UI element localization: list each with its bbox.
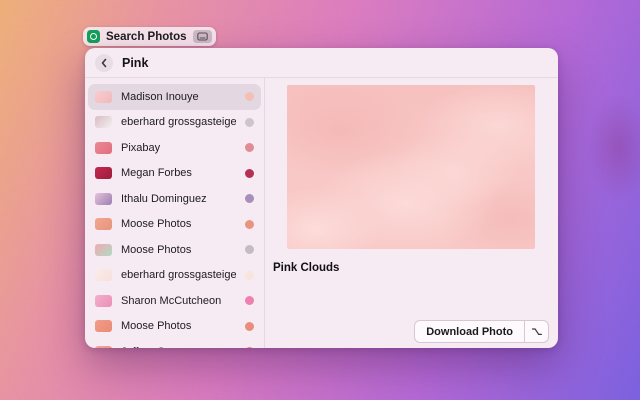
photo-thumbnail bbox=[95, 346, 112, 348]
average-color-dot bbox=[245, 322, 254, 331]
list-item[interactable]: Moose Photos bbox=[88, 212, 261, 238]
photo-thumbnail bbox=[95, 320, 112, 332]
photographer-name: eberhard grossgasteiger bbox=[121, 116, 236, 128]
list-item[interactable]: Moose Photos bbox=[88, 314, 261, 340]
photographer-name: Moose Photos bbox=[121, 244, 236, 256]
photo-thumbnail bbox=[95, 269, 112, 281]
average-color-dot bbox=[245, 245, 254, 254]
photo-thumbnail bbox=[95, 295, 112, 307]
average-color-dot bbox=[245, 118, 254, 127]
photo-preview bbox=[287, 85, 535, 249]
photographer-name: eberhard grossgasteiger bbox=[121, 269, 236, 281]
photo-thumbnail bbox=[95, 244, 112, 256]
list-item[interactable]: eberhard grossgasteiger bbox=[88, 110, 261, 136]
shortcut-key-icon bbox=[525, 321, 548, 342]
photo-thumbnail bbox=[95, 116, 112, 128]
keyboard-icon bbox=[193, 30, 212, 43]
download-button-label: Download Photo bbox=[415, 321, 524, 342]
average-color-dot bbox=[245, 220, 254, 229]
average-color-dot bbox=[245, 347, 254, 348]
window-header: Pink bbox=[85, 48, 558, 78]
average-color-dot bbox=[245, 143, 254, 152]
photographer-name: Pixabay bbox=[121, 142, 236, 154]
window-body: Madison Inouye eberhard grossgasteiger P… bbox=[85, 78, 558, 348]
average-color-dot bbox=[245, 296, 254, 305]
list-item[interactable]: Pixabay bbox=[88, 135, 261, 161]
photo-thumbnail bbox=[95, 193, 112, 205]
launcher-pill[interactable]: Search Photos bbox=[83, 27, 216, 46]
list-item[interactable]: Jeffrey Czum bbox=[88, 339, 261, 348]
average-color-dot bbox=[245, 169, 254, 178]
download-photo-button[interactable]: Download Photo bbox=[414, 320, 549, 343]
list-item[interactable]: Moose Photos bbox=[88, 237, 261, 263]
list-item[interactable]: Megan Forbes bbox=[88, 161, 261, 187]
background-grain-blob bbox=[576, 92, 640, 252]
chevron-left-icon bbox=[100, 58, 108, 68]
page-title: Pink bbox=[122, 56, 148, 70]
photo-title: Pink Clouds bbox=[273, 262, 339, 274]
photographer-name: Moose Photos bbox=[121, 218, 236, 230]
average-color-dot bbox=[245, 271, 254, 280]
photo-thumbnail bbox=[95, 142, 112, 154]
photographer-name: Moose Photos bbox=[121, 320, 236, 332]
photographer-list: Madison Inouye eberhard grossgasteiger P… bbox=[85, 78, 265, 348]
list-item[interactable]: Ithalu Dominguez bbox=[88, 186, 261, 212]
average-color-dot bbox=[245, 194, 254, 203]
search-photos-window: Pink Madison Inouye eberhard grossgastei… bbox=[85, 48, 558, 348]
extension-icon bbox=[87, 30, 100, 43]
photo-thumbnail bbox=[95, 91, 112, 103]
photographer-name: Ithalu Dominguez bbox=[121, 193, 236, 205]
launcher-label: Search Photos bbox=[106, 31, 187, 43]
back-button[interactable] bbox=[95, 54, 113, 72]
photo-thumbnail bbox=[95, 167, 112, 179]
photo-thumbnail bbox=[95, 218, 112, 230]
average-color-dot bbox=[245, 92, 254, 101]
list-item[interactable]: Sharon McCutcheon bbox=[88, 288, 261, 314]
detail-panel: Pink Clouds Download Photo bbox=[265, 78, 558, 348]
photographer-name: Sharon McCutcheon bbox=[121, 295, 236, 307]
photographer-name: Madison Inouye bbox=[121, 91, 236, 103]
photographer-name: Jeffrey Czum bbox=[121, 346, 236, 348]
photographer-name: Megan Forbes bbox=[121, 167, 236, 179]
list-item[interactable]: eberhard grossgasteiger bbox=[88, 263, 261, 289]
list-item[interactable]: Madison Inouye bbox=[88, 84, 261, 110]
